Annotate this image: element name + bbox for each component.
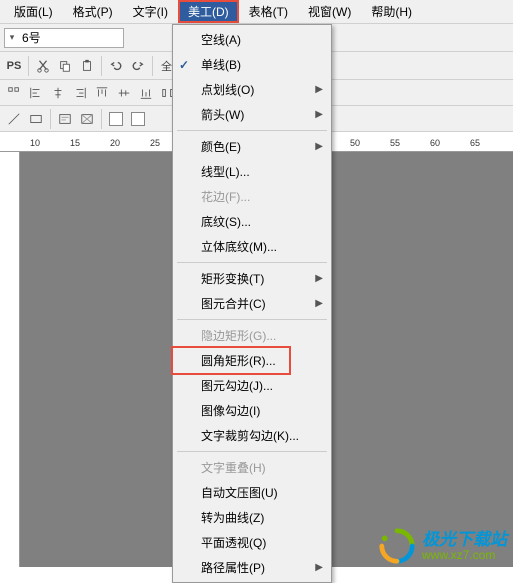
- ruler-tick-label: 65: [470, 138, 480, 148]
- menu-border: 花边(F)...: [173, 184, 331, 209]
- dropdown-art-menu: 空线(A) ✓单线(B) 点划线(O)▶ 箭头(W)▶ 颜色(E)▶ 线型(L)…: [172, 24, 332, 583]
- separator: [152, 56, 153, 76]
- menubar: 版面(L) 格式(P) 文字(I) 美工(D) 表格(T) 视窗(W) 帮助(H…: [0, 0, 513, 24]
- redo-icon[interactable]: [128, 56, 148, 76]
- image-frame-icon[interactable]: [77, 109, 97, 129]
- menu-merge[interactable]: 图元合并(C)▶: [173, 291, 331, 316]
- ruler-tick-label: 55: [390, 138, 400, 148]
- text-frame-icon[interactable]: [55, 109, 75, 129]
- menu-auto-text-over-image[interactable]: 自动文压图(U): [173, 480, 331, 505]
- ruler-tick-label: 60: [430, 138, 440, 148]
- align-top-icon[interactable]: [92, 83, 112, 103]
- copy-icon[interactable]: [55, 56, 75, 76]
- separator: [28, 56, 29, 76]
- menu-empty-line[interactable]: 空线(A): [173, 27, 331, 52]
- menu-rect-transform[interactable]: 矩形变换(T)▶: [173, 266, 331, 291]
- watermark-url: www.xz7.com: [422, 548, 507, 562]
- ruler-vertical: [0, 152, 20, 567]
- cut-icon[interactable]: [33, 56, 53, 76]
- menu-separator: [177, 262, 327, 263]
- menu-separator: [177, 451, 327, 452]
- separator: [101, 109, 102, 129]
- menu-art[interactable]: 美工(D): [178, 0, 239, 23]
- menu-text-overlap: 文字重叠(H): [173, 455, 331, 480]
- submenu-arrow-icon: ▶: [315, 562, 323, 573]
- menu-convert-curve[interactable]: 转为曲线(Z): [173, 505, 331, 530]
- menu-format[interactable]: 格式(P): [63, 0, 123, 23]
- rect-tool-icon[interactable]: [26, 109, 46, 129]
- menu-color[interactable]: 颜色(E)▶: [173, 134, 331, 159]
- submenu-arrow-icon: ▶: [315, 141, 323, 152]
- ruler-tick-label: 50: [350, 138, 360, 148]
- menu-image-outline[interactable]: 图像勾边(I): [173, 398, 331, 423]
- paste-icon[interactable]: [77, 56, 97, 76]
- submenu-arrow-icon: ▶: [315, 84, 323, 95]
- menu-element-outline[interactable]: 图元勾边(J)...: [173, 373, 331, 398]
- menu-layout[interactable]: 版面(L): [4, 0, 63, 23]
- submenu-arrow-icon: ▶: [315, 109, 323, 120]
- color-swatch-2[interactable]: [128, 109, 148, 129]
- menu-3d-pattern[interactable]: 立体底纹(M)...: [173, 234, 331, 259]
- ruler-tick-label: 10: [30, 138, 40, 148]
- align-bottom-icon[interactable]: [136, 83, 156, 103]
- menu-rounded-rect[interactable]: 圆角矩形(R)...: [173, 348, 331, 373]
- submenu-arrow-icon: ▶: [315, 298, 323, 309]
- align-center-icon[interactable]: [48, 83, 68, 103]
- watermark-title: 极光下载站: [422, 531, 507, 548]
- menu-dash-line[interactable]: 点划线(O)▶: [173, 77, 331, 102]
- check-icon: ✓: [179, 58, 189, 72]
- menu-single-line[interactable]: ✓单线(B): [173, 52, 331, 77]
- font-size-input[interactable]: [19, 31, 109, 45]
- menu-pattern[interactable]: 底纹(S)...: [173, 209, 331, 234]
- menu-perspective[interactable]: 平面透视(Q): [173, 530, 331, 555]
- color-swatch-1[interactable]: [106, 109, 126, 129]
- menu-linetype[interactable]: 线型(L)...: [173, 159, 331, 184]
- align-right-icon[interactable]: [70, 83, 90, 103]
- menu-help[interactable]: 帮助(H): [361, 0, 422, 23]
- watermark: 极光下载站 www.xz7.com: [378, 527, 507, 565]
- ruler-tick-label: 20: [110, 138, 120, 148]
- menu-table[interactable]: 表格(T): [239, 0, 298, 23]
- align-left-icon[interactable]: [26, 83, 46, 103]
- separator: [101, 56, 102, 76]
- separator: [50, 109, 51, 129]
- undo-icon[interactable]: [106, 56, 126, 76]
- submenu-arrow-icon: ▶: [315, 273, 323, 284]
- ruler-tick-label: 15: [70, 138, 80, 148]
- ps-icon[interactable]: PS: [4, 56, 24, 76]
- menu-separator: [177, 130, 327, 131]
- menu-text[interactable]: 文字(I): [123, 0, 178, 23]
- watermark-logo-icon: [378, 527, 416, 565]
- menu-window[interactable]: 视窗(W): [298, 0, 361, 23]
- line-tool-icon[interactable]: [4, 109, 24, 129]
- align-group-icon[interactable]: [4, 83, 24, 103]
- menu-path-props[interactable]: 路径属性(P)▶: [173, 555, 331, 580]
- menu-separator: [177, 319, 327, 320]
- align-middle-icon[interactable]: [114, 83, 134, 103]
- font-size-selector[interactable]: ▾: [4, 28, 124, 48]
- menu-arrow[interactable]: 箭头(W)▶: [173, 102, 331, 127]
- menu-text-clip-outline[interactable]: 文字裁剪勾边(K)...: [173, 423, 331, 448]
- menu-hide-edge-rect: 隐边矩形(G)...: [173, 323, 331, 348]
- dropdown-arrow-icon[interactable]: ▾: [5, 32, 19, 43]
- ruler-tick-label: 25: [150, 138, 160, 148]
